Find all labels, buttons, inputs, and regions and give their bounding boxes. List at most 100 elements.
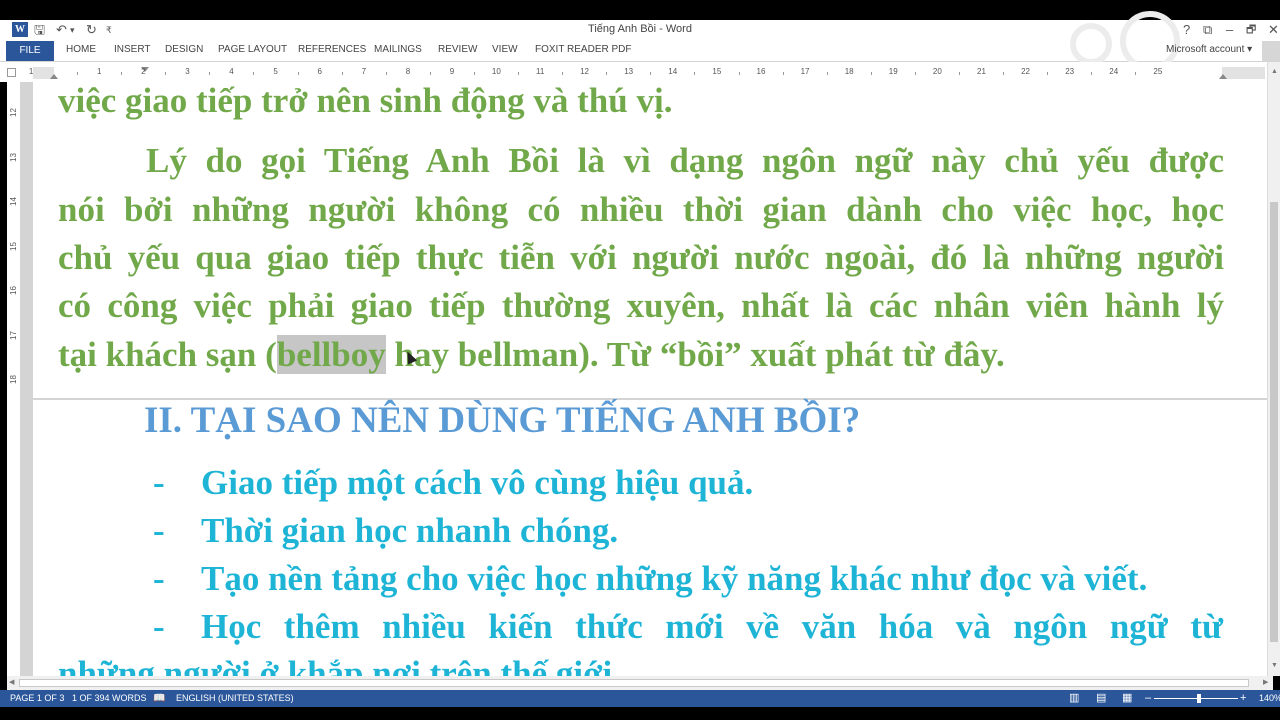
tab-selector[interactable] [7,68,16,77]
paragraph-line[interactable]: chủ yếu qua giao tiếp thực tiễn với ngườ… [58,234,1224,282]
print-layout-icon[interactable]: ▤ [1096,690,1106,707]
zoom-out-button[interactable]: – [1145,690,1151,707]
tab-insert[interactable]: INSERT [114,44,151,55]
vertical-ruler[interactable]: 12 13 14 15 16 17 18 [7,82,20,676]
document-page: II. TẠI SAO NÊN DÙNG TIẾNG ANH BỒI? - Gi… [33,400,1267,676]
list-item-text: Giao tiếp một cách vô cùng hiệu quả. [201,463,754,502]
ruler-number: 15 [712,67,722,76]
scroll-down-icon[interactable]: ▼ [1271,662,1278,669]
ruler-number: 19 [888,67,898,76]
list-item[interactable]: - Học thêm nhiều kiến thức mới về văn hó… [153,603,1223,651]
ruler-tick [1135,72,1137,75]
ruler-tick [562,72,564,75]
ruler-number: 14 [668,67,678,76]
zoom-in-button[interactable]: + [1240,690,1246,707]
tab-mailings[interactable]: MAILINGS [374,44,422,55]
language-indicator[interactable]: ENGLISH (UNITED STATES) [176,690,294,707]
text-run: hay bellman). Từ “bồi” xuất phát từ đây. [385,335,1005,374]
ruler-tick [1003,72,1005,75]
ruler-tick [1091,72,1093,75]
ruler-tick [473,72,475,75]
tab-page-layout[interactable]: PAGE LAYOUT [218,44,287,55]
help-icon[interactable]: ? [1183,21,1190,39]
ruler-tick [77,72,78,75]
chevron-down-icon: ▾ [1247,44,1253,55]
scroll-up-icon[interactable]: ▲ [1271,68,1278,75]
tab-review[interactable]: REVIEW [438,44,477,55]
ruler-tick [385,72,387,75]
horizontal-scrollbar[interactable]: ◀ ▶ [7,676,1273,690]
ruler-number: 10 [491,67,501,76]
ruler-number: 18 [844,67,854,76]
tab-references[interactable]: REFERENCES [298,44,366,55]
tab-home[interactable]: HOME [66,44,96,55]
list-item[interactable]: - Thời gian học nhanh chóng. [153,507,1223,555]
paragraph-line[interactable]: việc giao tiếp trở nên sinh động và thú … [58,82,1224,125]
ruler-tick [826,72,828,75]
text-run: tại khách sạn ( [58,335,277,374]
selected-text[interactable]: bellboy [276,335,386,374]
ribbon-display-options-icon[interactable]: ⧉ [1203,21,1212,39]
tab-foxit-reader-pdf[interactable]: FOXIT READER PDF [535,44,632,55]
list-item[interactable]: - Giao tiếp một cách vô cùng hiệu quả. [153,459,1223,507]
ruler-number: 16 [8,286,18,295]
section-heading[interactable]: II. TẠI SAO NÊN DÙNG TIẾNG ANH BỒI? [144,397,860,445]
tab-file[interactable]: FILE [6,41,54,61]
web-layout-icon[interactable]: ▦ [1122,690,1132,707]
hanging-indent-marker[interactable] [50,74,58,79]
zoom-level[interactable]: 140% [1259,690,1280,707]
ruler-number: 5 [273,67,278,76]
ruler-tick [606,72,608,75]
tab-design[interactable]: DESIGN [165,44,203,55]
ruler-number: 13 [8,152,18,162]
ruler-number: 23 [1065,67,1075,76]
scrollbar-thumb[interactable] [19,679,1249,687]
close-icon[interactable]: ✕ [1268,21,1279,39]
page-number-indicator[interactable]: PAGE 1 OF 3 [10,690,64,707]
ruler-number: 14 [8,197,18,206]
document-page: việc giao tiếp trở nên sinh động và thú … [33,82,1267,398]
bullet-dash: - [153,463,165,502]
ruler-number: 16 [756,67,766,76]
ruler-tick [870,72,872,75]
minimize-icon[interactable]: – [1226,21,1233,39]
list-item-text: Thời gian học nhanh chóng. [201,511,619,550]
ruler-number: 24 [1109,67,1119,76]
scrollbar-thumb[interactable] [1270,202,1278,642]
paragraph-line[interactable]: Lý do gọi Tiếng Anh Bồi là vì dạng ngôn … [58,137,1224,185]
right-indent-marker[interactable] [1219,74,1227,79]
ruler-number: 7 [361,67,367,76]
ruler-number: 9 [449,67,455,76]
zoom-slider-handle[interactable] [1197,694,1201,703]
ruler-tick [253,72,255,75]
ruler-tick [959,72,960,75]
tab-view[interactable]: VIEW [492,44,518,55]
paragraph-line[interactable]: những người ở khắp nơi trên thế giới. [58,650,1224,676]
ruler-number: 1 [97,67,102,76]
ruler-number: 13 [624,67,634,76]
ruler-tick [341,72,343,75]
restore-icon[interactable]: 🗗 [1246,21,1256,39]
scroll-right-icon[interactable]: ▶ [1263,678,1268,686]
avatar[interactable] [1262,41,1280,61]
paragraph-line[interactable]: nói bởi những người không có nhiều thời … [58,186,1224,234]
scroll-left-icon[interactable]: ◀ [9,678,14,686]
list-item[interactable]: - Tạo nền tảng cho việc học những kỹ năn… [153,555,1223,603]
ruler-number: 22 [1021,67,1030,76]
word-count[interactable]: 1 OF 394 WORDS [72,690,147,707]
ruler-number: 11 [536,67,545,76]
read-mode-icon[interactable]: ▥ [1069,690,1079,707]
bullet-dash: - [153,607,165,646]
paragraph-line[interactable]: tại khách sạn (bellboy hay bellman). Từ … [58,331,1224,379]
ruler-number: 1 [28,67,34,76]
horizontal-ruler[interactable]: 2112345678910111213141516171819202122232… [29,67,1265,79]
zoom-slider[interactable] [1154,698,1238,699]
ruler-number: 6 [317,67,322,76]
horizontal-ruler-row: 2112345678910111213141516171819202122232… [0,62,1280,82]
list-item-text: Tạo nền tảng cho việc học những kỹ năng … [201,559,1148,598]
vertical-scrollbar[interactable]: ▲ ▼ [1267,62,1280,676]
proofing-icon[interactable]: 📖 [153,690,165,707]
paragraph-line[interactable]: có công việc phải giao tiếp thường xuyên… [58,282,1224,330]
ruler-number: 12 [8,108,18,117]
microsoft-account-menu[interactable]: Microsoft account ▾ [1166,44,1252,55]
